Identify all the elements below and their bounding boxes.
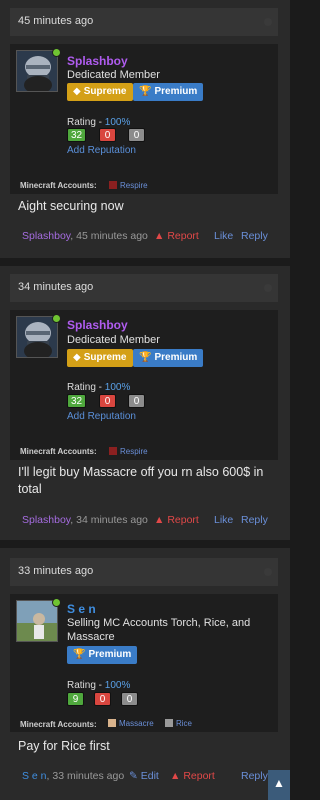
rep-negative: 0 (128, 394, 145, 408)
post-menu-dot[interactable] (264, 568, 272, 576)
supreme-badge: ◆ Supreme (67, 349, 133, 367)
trophy-icon: 🏆 (139, 86, 152, 97)
post: 33 minutes ago S e n Selling MC Accounts… (0, 548, 290, 800)
diamond-icon: ◆ (73, 86, 81, 97)
post-message: Aight securing now (18, 199, 124, 213)
post-time: 34 minutes ago (18, 281, 94, 293)
user-title: Selling MC Accounts Torch, Rice, and Mas… (67, 617, 251, 643)
footer-time[interactable]: , 33 minutes ago (47, 770, 125, 782)
user-card: Splashboy Dedicated Member ◆ Supreme 🏆 Pre… (10, 44, 278, 194)
footer-author[interactable]: Splashboy (22, 514, 70, 526)
post: 45 minutes ago Splashboy Dedicated Membe… (0, 0, 290, 258)
footer-author[interactable]: Splashboy (22, 230, 70, 242)
mc-head-icon (108, 719, 116, 727)
trophy-icon: 🏆 (73, 649, 86, 660)
like-button[interactable]: Like (214, 230, 233, 242)
mc-account-massacre[interactable]: Massacre (108, 719, 154, 728)
post-header: 33 minutes ago (10, 558, 278, 586)
report-button[interactable]: ▲ Report (154, 230, 199, 242)
trophy-icon: 🏆 (139, 352, 152, 363)
post-time: 33 minutes ago (18, 565, 94, 577)
username[interactable]: S e n (67, 602, 96, 616)
warning-icon: ▲ (154, 230, 165, 242)
reply-button[interactable]: Reply (241, 230, 268, 242)
premium-badge: 🏆 Premium (67, 646, 138, 664)
report-button[interactable]: ▲ Report (170, 770, 215, 782)
rep-negative: 0 (128, 128, 145, 142)
post: 34 minutes ago Splashboy Dedicated Membe… (0, 266, 290, 540)
mc-account-rice[interactable]: Rice (165, 719, 192, 728)
post-menu-dot[interactable] (264, 284, 272, 292)
rep-positive: 9 (67, 692, 84, 706)
user-card: Splashboy Dedicated Member ◆ Supreme 🏆 Pre… (10, 310, 278, 460)
diamond-icon: ◆ (73, 352, 81, 363)
chevron-up-icon: ▲ (273, 776, 285, 790)
online-indicator (52, 314, 61, 323)
rating: Rating - 100% (67, 117, 131, 128)
mc-account-respire[interactable]: Respire (109, 181, 148, 190)
avatar[interactable] (16, 50, 58, 92)
scroll-top-button[interactable]: ▲ (268, 770, 290, 800)
footer-time[interactable]: , 45 minutes ago (70, 230, 148, 242)
rep-neutral: 0 (99, 128, 116, 142)
pencil-icon: ✎ (129, 770, 138, 782)
report-button[interactable]: ▲ Report (154, 514, 199, 526)
user-title: Dedicated Member (67, 69, 160, 81)
add-reputation-link[interactable]: Add Reputation (67, 145, 136, 156)
rep-negative: 0 (121, 692, 138, 706)
mc-head-icon (109, 447, 117, 455)
footer-author[interactable]: S e n (22, 770, 47, 782)
like-button[interactable]: Like (214, 514, 233, 526)
premium-badge: 🏆 Premium (133, 349, 204, 367)
warning-icon: ▲ (170, 770, 181, 782)
rep-neutral: 0 (94, 692, 111, 706)
rating: Rating - 100% (67, 382, 131, 393)
user-card: S e n Selling MC Accounts Torch, Rice, a… (10, 594, 278, 732)
supreme-badge: ◆ Supreme (67, 83, 133, 101)
post-menu-dot[interactable] (264, 18, 272, 26)
reply-button[interactable]: Reply (241, 514, 268, 526)
online-indicator (52, 598, 61, 607)
post-message: Pay for Rice first (18, 739, 110, 753)
rating: Rating - 100% (67, 680, 131, 691)
avatar[interactable] (16, 600, 58, 642)
rep-positive: 32 (67, 394, 86, 408)
rep-positive: 32 (67, 128, 86, 142)
add-reputation-link[interactable]: Add Reputation (67, 411, 136, 422)
mc-account-respire[interactable]: Respire (109, 447, 148, 456)
post-message: I'll legit buy Massacre off you rn also … (18, 465, 264, 496)
mc-head-icon (165, 719, 173, 727)
reply-button[interactable]: Reply (241, 770, 268, 782)
minecraft-accounts-label: Minecraft Accounts: (20, 720, 97, 729)
premium-badge: 🏆 Premium (133, 83, 204, 101)
avatar[interactable] (16, 316, 58, 358)
user-title: Dedicated Member (67, 334, 160, 346)
post-header: 34 minutes ago (10, 274, 278, 302)
username[interactable]: Splashboy (67, 318, 128, 332)
username[interactable]: Splashboy (67, 54, 128, 68)
rep-neutral: 0 (99, 394, 116, 408)
warning-icon: ▲ (154, 514, 165, 526)
post-header: 45 minutes ago (10, 8, 278, 36)
minecraft-accounts-label: Minecraft Accounts: (20, 447, 97, 456)
minecraft-accounts-label: Minecraft Accounts: (20, 181, 97, 190)
online-indicator (52, 48, 61, 57)
mc-head-icon (109, 181, 117, 189)
footer-time[interactable]: , 34 minutes ago (70, 514, 148, 526)
edit-button[interactable]: ✎ Edit (129, 770, 159, 782)
post-time: 45 minutes ago (18, 15, 94, 27)
